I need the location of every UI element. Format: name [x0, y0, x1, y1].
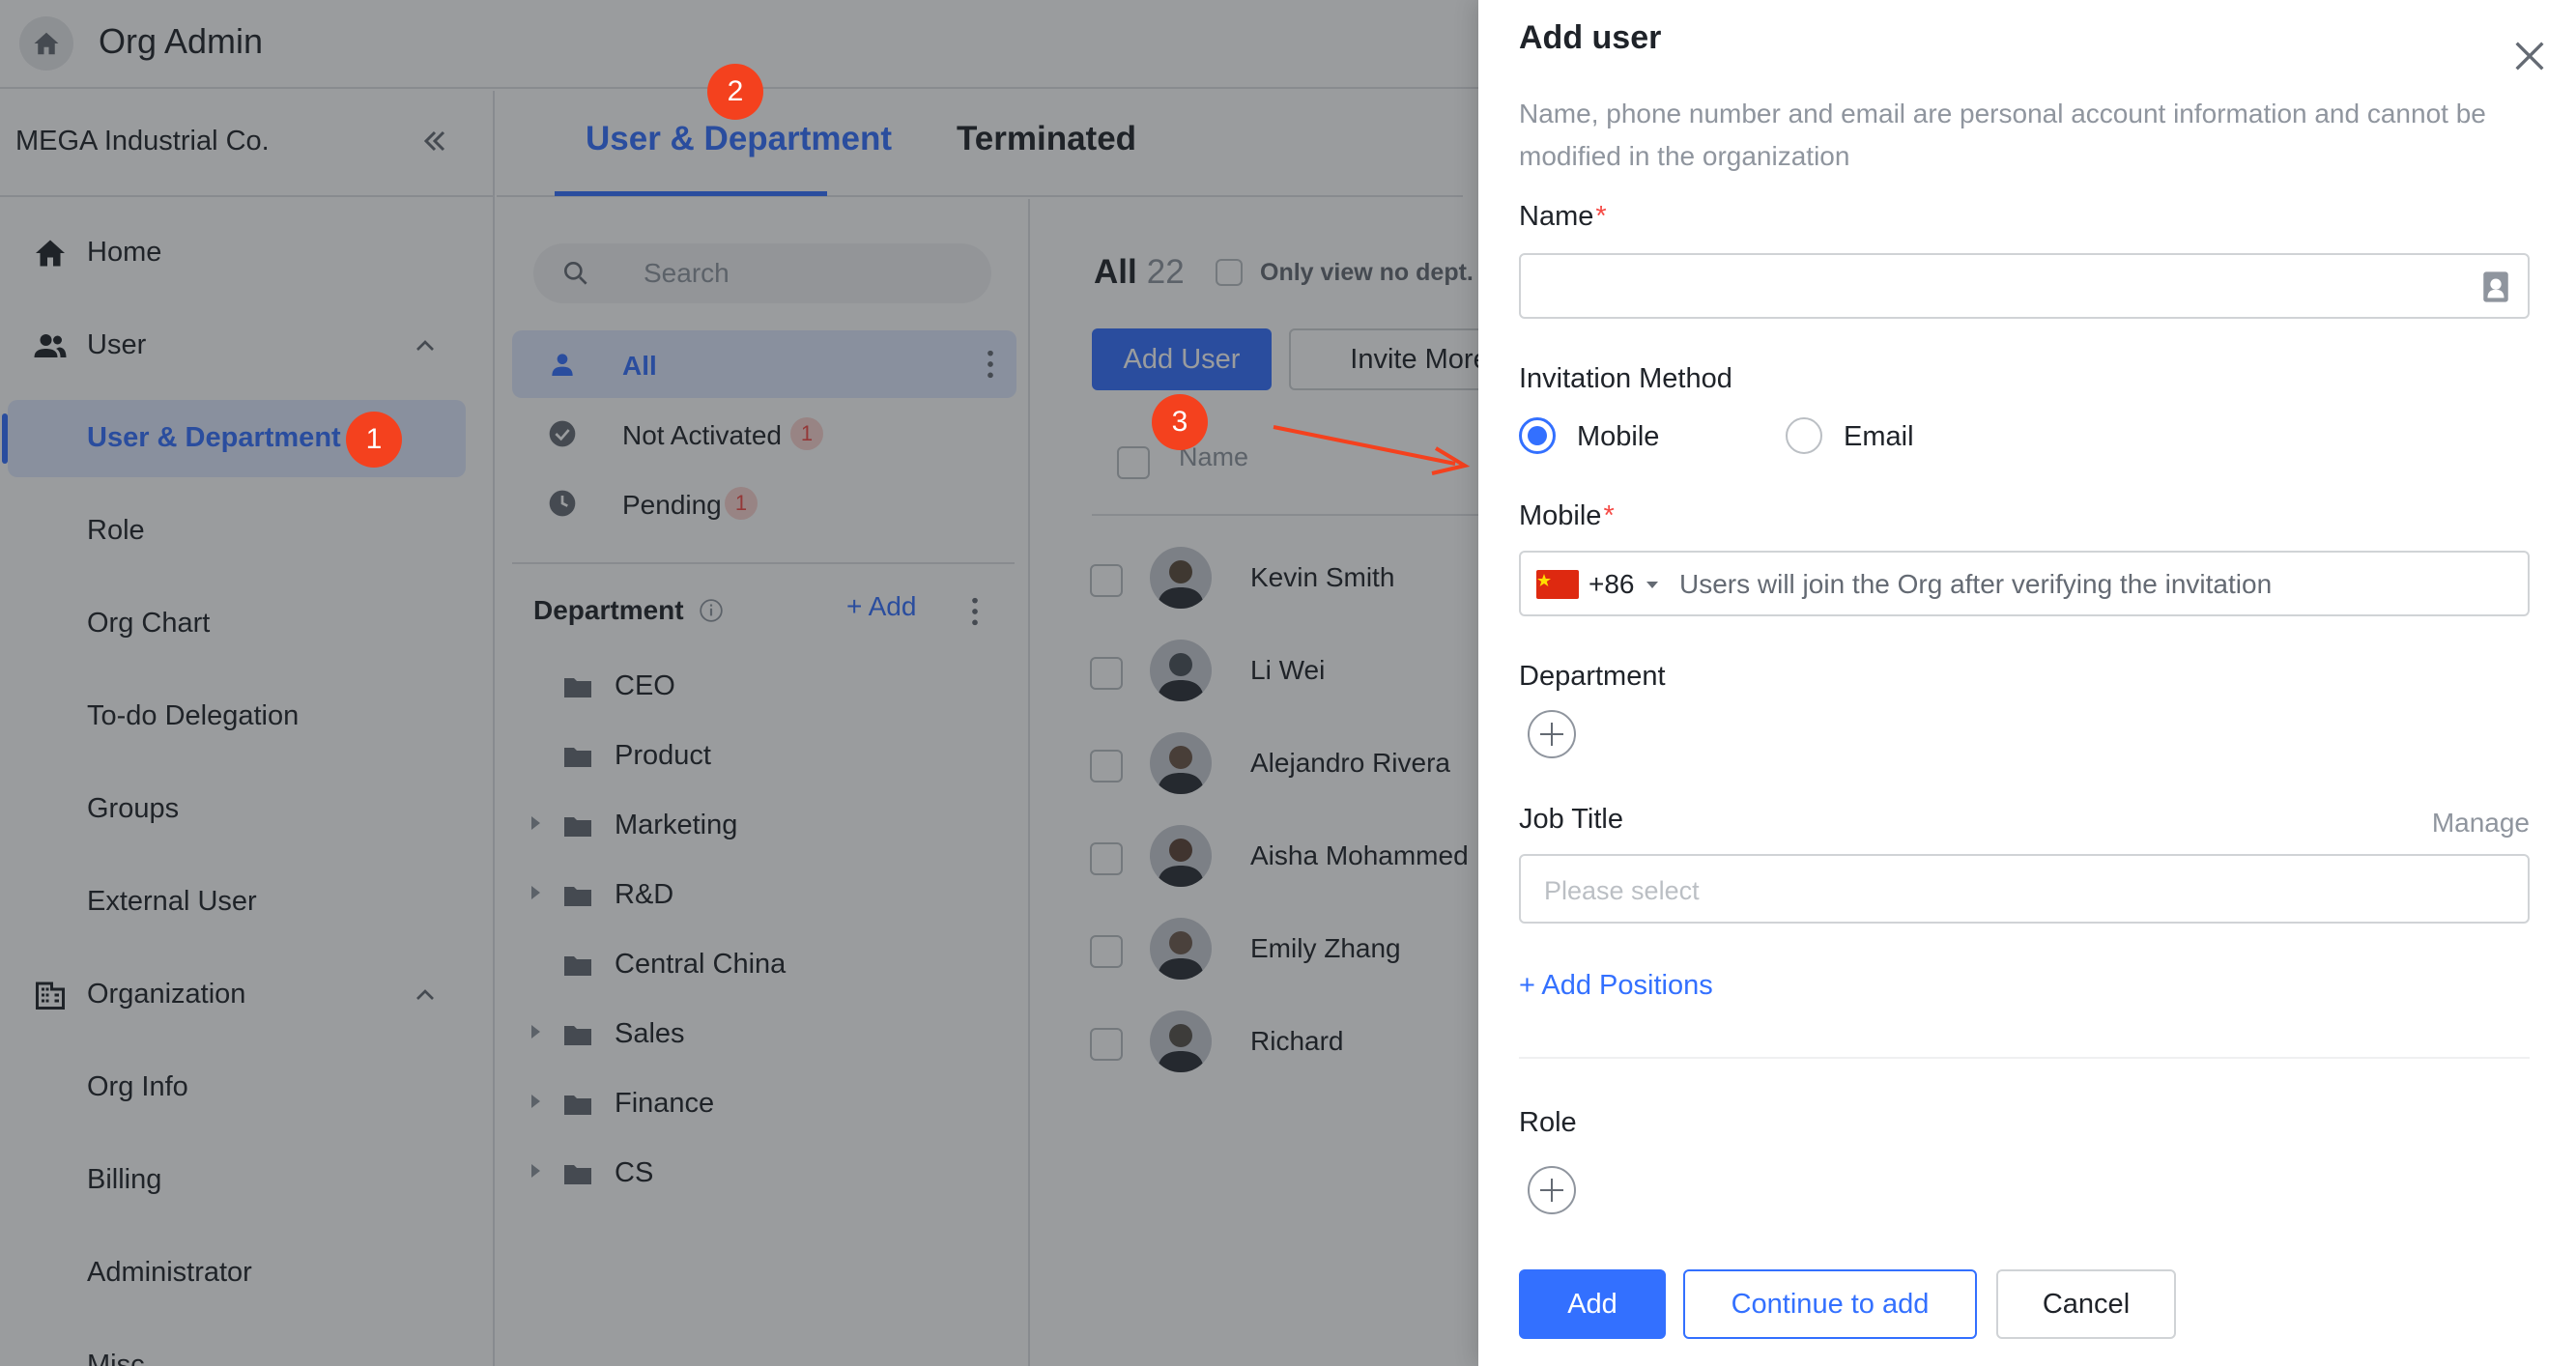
step-marker-3: 3: [1152, 394, 1208, 450]
mobile-radio[interactable]: [1519, 417, 1556, 454]
add-user-drawer: Add user Name, phone number and email ar…: [1478, 0, 2576, 1366]
email-radio[interactable]: [1786, 417, 1822, 454]
job-title-select[interactable]: Please select: [1519, 854, 2530, 924]
department-field-label: Department: [1519, 661, 1666, 692]
drawer-hint: Name, phone number and email are persona…: [1519, 99, 2486, 171]
add-button[interactable]: Add: [1519, 1269, 1666, 1339]
name-field-label: Name*: [1519, 201, 1607, 233]
app-background: Org Admin MEGA Industrial Co. Home User …: [0, 0, 2576, 1366]
mobile-radio-label: Mobile: [1577, 421, 1660, 452]
required-mark: *: [1603, 500, 1615, 531]
label-text: Mobile: [1519, 500, 1602, 531]
add-role-icon[interactable]: [1527, 1165, 1577, 1215]
job-title-placeholder: Please select: [1544, 876, 1700, 905]
divider: [1519, 1057, 2530, 1059]
required-mark: *: [1595, 201, 1607, 232]
job-title-field-label: Job Title: [1519, 804, 1623, 835]
name-field[interactable]: [1519, 253, 2530, 319]
cancel-button[interactable]: Cancel: [1996, 1269, 2176, 1339]
mobile-field-label: Mobile*: [1519, 500, 1615, 532]
modal-overlay[interactable]: [0, 0, 1478, 1366]
step-marker-2: 2: [707, 64, 763, 120]
country-code[interactable]: +86: [1589, 569, 1635, 600]
step-marker-1: 1: [346, 412, 402, 468]
contact-book-icon[interactable]: [2481, 270, 2510, 303]
add-positions-link[interactable]: + Add Positions: [1519, 970, 1713, 1002]
mobile-placeholder: Users will join the Org after verifying …: [1679, 569, 2273, 599]
china-flag-icon: [1536, 570, 1579, 599]
mobile-field[interactable]: +86 Users will join the Org after verify…: [1519, 551, 2530, 616]
caret-down-icon[interactable]: [1646, 582, 1658, 588]
manage-job-titles-link[interactable]: Manage: [2432, 808, 2530, 839]
continue-to-add-button[interactable]: Continue to add: [1683, 1269, 1977, 1339]
role-field-label: Role: [1519, 1107, 1577, 1138]
invitation-method-label: Invitation Method: [1519, 363, 1732, 394]
close-icon[interactable]: [2510, 37, 2549, 75]
email-radio-label: Email: [1844, 421, 1914, 452]
drawer-title: Add user: [1519, 19, 1662, 56]
add-department-icon[interactable]: [1527, 709, 1577, 759]
label-text: Name: [1519, 201, 1594, 232]
annotation-arrow: [1273, 425, 1471, 475]
